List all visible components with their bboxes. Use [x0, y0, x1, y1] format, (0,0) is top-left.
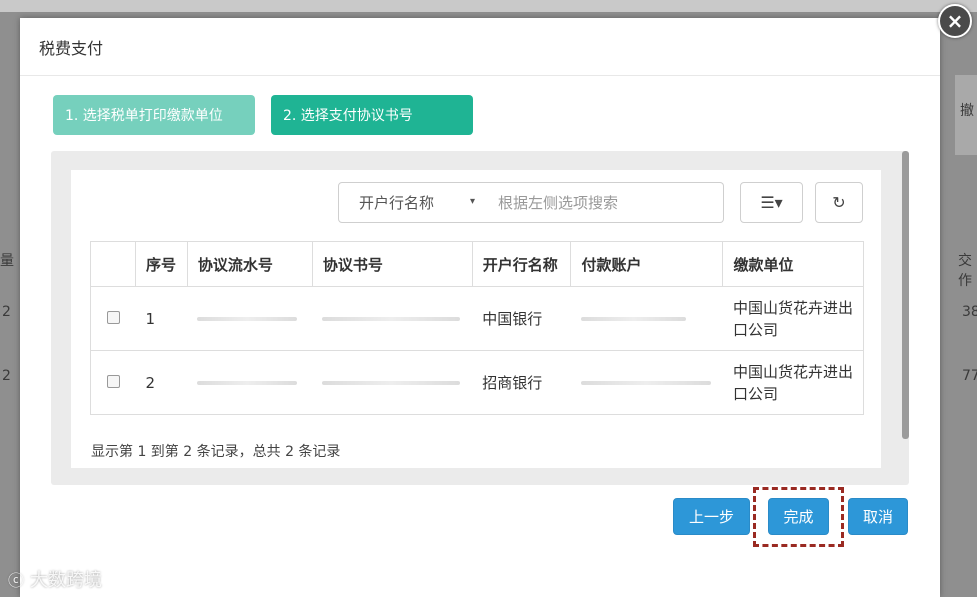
column-header[interactable]: 协议书号 [311, 241, 473, 287]
chevron-down-icon: ▾ [469, 196, 475, 207]
row-number: 2 [135, 350, 188, 415]
list-icon: ☰▾ [760, 193, 783, 212]
search-field-select-value: 开户行名称 [359, 194, 435, 212]
row-number: 1 [135, 286, 188, 351]
search-input[interactable]: 根据左侧选项搜索 [483, 182, 724, 223]
bank-name: 中国银行 [472, 286, 571, 351]
close-icon[interactable]: × [938, 4, 972, 38]
bank-name: 招商银行 [472, 350, 571, 415]
redacted-agreement-no [312, 286, 473, 351]
search-field-select[interactable]: 开户行名称 ▾ [338, 182, 484, 223]
background-text: 交作 [958, 253, 972, 289]
background-text: 撤 [960, 103, 974, 119]
refresh-icon: ↻ [832, 193, 846, 212]
refresh-button[interactable]: ↻ [815, 182, 863, 223]
row-checkbox[interactable] [106, 374, 120, 388]
panel-scrollbar[interactable] [902, 151, 909, 439]
background-text: 量 [0, 253, 14, 269]
redacted-account [570, 286, 723, 351]
background-top-bar [0, 0, 977, 12]
watermark-logo-icon: ⓒ [8, 571, 25, 590]
table-header-row: 序号 协议流水号 协议书号 开户行名称 付款账户 缴款单位 [90, 241, 864, 287]
dialog-header: 税费支付 [20, 18, 940, 76]
watermark-text: 大数跨境 [30, 570, 103, 591]
payer-unit: 中国山货花卉进出口公司 [722, 286, 864, 351]
step-1-select-payer[interactable]: 1. 选择税单打印缴款单位 [53, 95, 255, 135]
finish-button[interactable]: 完成 [768, 498, 829, 535]
table-row[interactable]: 1 中国银行 中国山货花卉进出口公司 [90, 286, 864, 351]
redacted-agreement-no [312, 350, 473, 415]
row-checkbox[interactable] [106, 310, 120, 324]
column-header[interactable]: 付款账户 [570, 241, 724, 287]
pagination-info: 显示第 1 到第 2 条记录，总共 2 条记录 [91, 444, 341, 460]
wizard-steps: 1. 选择税单打印缴款单位 2. 选择支付协议书号 [53, 95, 473, 135]
background-text: 77 [962, 368, 977, 384]
watermark: ⓒ 大数跨境 [8, 566, 102, 592]
background-text: 2 [2, 368, 11, 384]
columns-toggle-button[interactable]: ☰▾ [740, 182, 803, 223]
payer-unit: 中国山货花卉进出口公司 [722, 350, 864, 415]
redacted-serial [187, 286, 313, 351]
background-text: 2 [2, 304, 11, 320]
previous-step-button[interactable]: 上一步 [673, 498, 750, 535]
agreement-table: 序号 协议流水号 协议书号 开户行名称 付款账户 缴款单位 1 中国银行 中国山… [90, 241, 864, 415]
column-header[interactable]: 开户行名称 [471, 241, 572, 287]
column-header[interactable]: 协议流水号 [186, 241, 313, 287]
table-row[interactable]: 2 招商银行 中国山货花卉进出口公司 [90, 350, 864, 415]
column-header[interactable]: 缴款单位 [722, 241, 864, 287]
dialog-title: 税费支付 [39, 38, 104, 58]
cancel-button[interactable]: 取消 [848, 498, 908, 535]
step-2-select-agreement[interactable]: 2. 选择支付协议书号 [271, 95, 473, 135]
column-header[interactable]: 序号 [134, 241, 188, 287]
background-text: 38 [962, 304, 977, 320]
redacted-account [570, 350, 723, 415]
redacted-serial [187, 350, 313, 415]
column-header-checkbox[interactable] [90, 241, 136, 287]
